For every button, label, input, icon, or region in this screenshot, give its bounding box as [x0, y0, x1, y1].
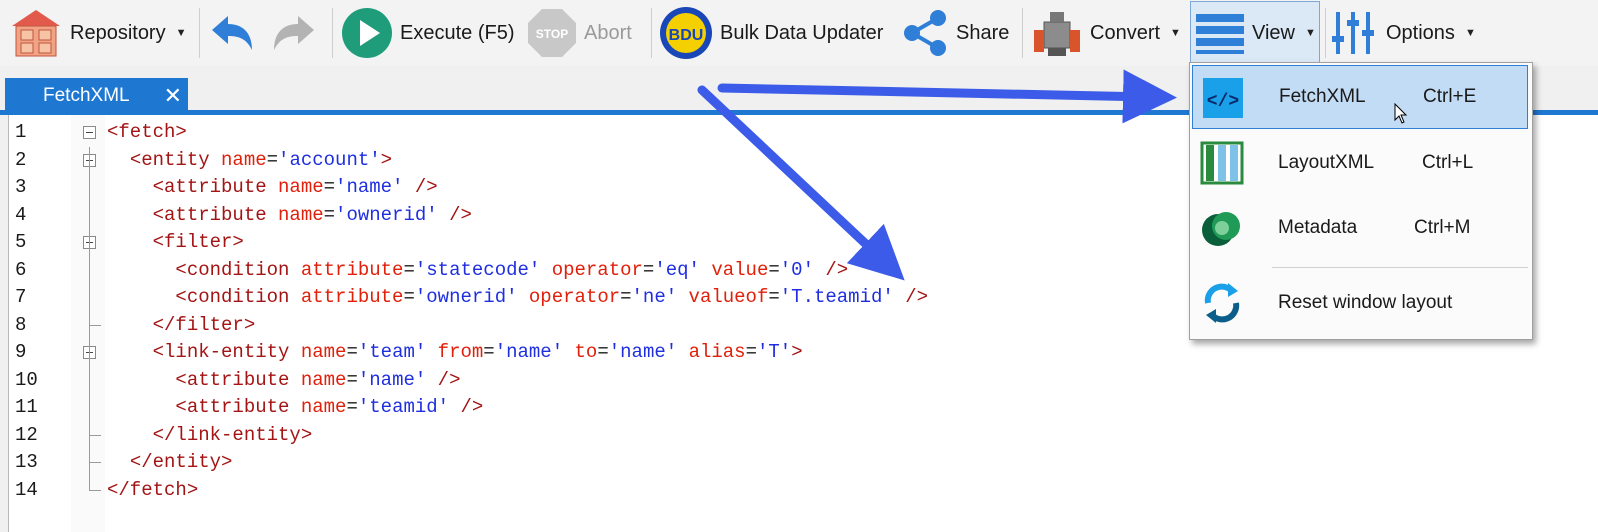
sliders-icon [1332, 12, 1374, 54]
share-label: Share [956, 21, 1010, 44]
abort-button[interactable]: STOP Abort [526, 6, 632, 60]
fold-end [89, 462, 101, 463]
line-number: 13 [15, 451, 38, 473]
options-button[interactable]: Options ▼ [1330, 6, 1476, 60]
code-line: 13 </entity> [9, 449, 1509, 476]
convert-icon [1034, 12, 1080, 56]
fold-end [89, 434, 101, 436]
mouse-cursor-icon [1394, 103, 1408, 124]
line-text: <attribute name='name' /> [175, 368, 461, 391]
menu-item-shortcut: Ctrl+L [1422, 152, 1474, 173]
menu-item-reset-window-layout[interactable]: Reset window layout [1192, 271, 1528, 335]
menu-item-label: FetchXML [1279, 86, 1366, 107]
line-number: 4 [15, 203, 27, 226]
line-number: 9 [15, 341, 27, 363]
menu-item-fetchxml[interactable]: </> FetchXML Ctrl+E [1192, 65, 1528, 129]
redo-icon [274, 16, 314, 50]
line-text: <filter> [152, 231, 244, 253]
line-number: 12 [15, 423, 38, 446]
line-number: 11 [15, 396, 38, 418]
chevron-down-icon: ▼ [175, 27, 187, 39]
svg-text:</>: </> [1207, 92, 1239, 112]
line-text: <attribute name='name' /> [152, 176, 438, 198]
chevron-down-icon: ▼ [1464, 27, 1476, 39]
svg-text:STOP: STOP [536, 27, 568, 41]
redo-button[interactable] [268, 6, 320, 60]
line-text: </link-entity> [152, 423, 313, 446]
view-dropdown-menu: </> FetchXML Ctrl+E LayoutXML Ctrl+L Met… [1189, 62, 1533, 340]
fold-end [89, 324, 101, 326]
abort-label: Abort [584, 21, 632, 44]
play-icon [342, 8, 392, 58]
tab-fetchxml[interactable]: FetchXML ✕ [5, 78, 188, 114]
chevron-down-icon: ▼ [1170, 27, 1181, 39]
bulk-data-updater-button[interactable]: BDU Bulk Data Updater [658, 6, 883, 60]
menu-item-label: LayoutXML [1278, 152, 1375, 173]
view-button[interactable]: View ▼ [1194, 6, 1316, 60]
code-line: 11 <attribute name='teamid' /> [9, 394, 1509, 421]
refresh-icon [1204, 283, 1240, 323]
line-number: 14 [15, 478, 38, 501]
chevron-down-icon: ▼ [1305, 27, 1316, 39]
line-number: 2 [15, 148, 27, 171]
columns-icon [1200, 141, 1244, 185]
dataverse-icon [1202, 212, 1240, 246]
view-icon [1196, 14, 1244, 54]
line-number: 8 [15, 313, 27, 336]
bulk-data-updater-label: Bulk Data Updater [720, 21, 884, 44]
svg-text:BDU: BDU [669, 27, 704, 44]
menu-item-metadata[interactable]: Metadata Ctrl+M [1192, 196, 1528, 260]
fold-end [89, 489, 101, 491]
view-label: View [1252, 21, 1295, 44]
menu-item-layoutxml[interactable]: LayoutXML Ctrl+L [1192, 131, 1528, 195]
line-text: <entity name='account'> [129, 148, 393, 171]
line-number: 7 [15, 286, 27, 308]
code-line: 9 <link-entity name='team' from='name' t… [9, 339, 1509, 366]
convert-label: Convert [1090, 21, 1161, 44]
line-text: <attribute name='teamid' /> [175, 396, 484, 418]
repository-label: Repository [70, 21, 166, 44]
code-icon: </> [1203, 78, 1243, 118]
fold-guide [89, 146, 90, 491]
undo-button[interactable] [206, 6, 258, 60]
execute-label: Execute (F5) [400, 21, 515, 44]
menu-item-shortcut: Ctrl+E [1423, 86, 1477, 107]
undo-icon [212, 16, 252, 50]
code-line: 10 <attribute name='name' /> [9, 367, 1509, 394]
line-number: 1 [15, 121, 27, 143]
menu-item-label: Reset window layout [1278, 292, 1453, 313]
share-icon [904, 10, 946, 56]
code-line: 14 </fetch> [9, 477, 1509, 504]
execute-button[interactable]: Execute (F5) [340, 6, 514, 60]
line-text: <fetch> [107, 121, 187, 143]
line-text: <condition attribute='ownerid' operator=… [175, 286, 929, 308]
menu-item-label: Metadata [1278, 217, 1358, 238]
line-text: </fetch> [107, 478, 199, 501]
menu-separator [1272, 267, 1528, 268]
line-number: 3 [15, 176, 27, 198]
line-number: 6 [15, 258, 27, 281]
close-icon[interactable]: ✕ [164, 83, 182, 109]
repository-button[interactable]: Repository ▼ [8, 6, 187, 60]
line-number: 5 [15, 231, 27, 253]
code-line: 12 </link-entity> [9, 422, 1509, 449]
fold-toggle[interactable] [83, 126, 96, 139]
convert-button[interactable]: Convert ▼ [1030, 6, 1181, 60]
menu-item-shortcut: Ctrl+M [1414, 217, 1471, 238]
share-button[interactable]: Share [900, 6, 1009, 60]
line-text: </filter> [152, 313, 256, 336]
line-text: <link-entity name='team' from='name' to=… [152, 341, 803, 363]
line-text: </entity> [129, 451, 233, 473]
line-number: 10 [15, 368, 38, 391]
tab-label: FetchXML [43, 85, 130, 106]
options-label: Options [1386, 21, 1455, 44]
repository-icon [12, 10, 60, 57]
toolbar: Repository ▼ Execute (F5) STOP Abort BDU [0, 0, 1598, 66]
line-text: <attribute name='ownerid' /> [152, 203, 472, 226]
line-text: <condition attribute='statecode' operato… [175, 258, 849, 281]
bdu-icon: BDU [660, 7, 712, 59]
stop-icon: STOP [528, 9, 576, 57]
